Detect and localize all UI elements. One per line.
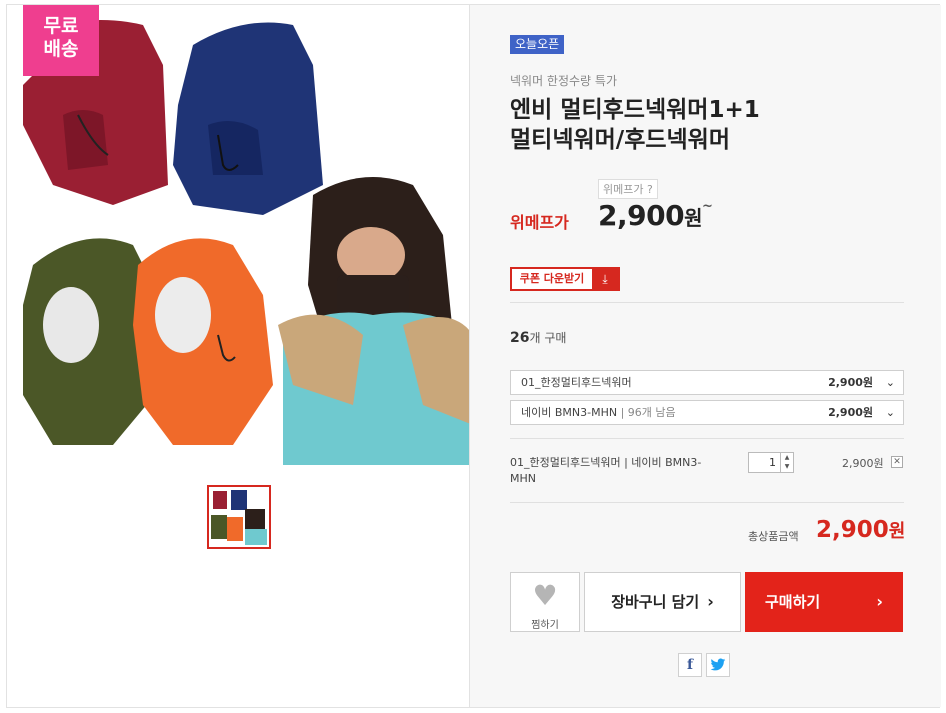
heart-icon: ♥ (532, 579, 558, 612)
option-select-2-price: 2,900원 (828, 406, 873, 419)
divider (510, 438, 904, 439)
option-select-1[interactable]: 01_한정멀티후드넥워머 2,900원 ⌄ (510, 370, 904, 395)
total-label: 총상품금액 (748, 530, 799, 543)
total-price-value: 2,900 (816, 517, 889, 543)
product-title-line2: 멀티넥워머/후드넥워머 (510, 127, 731, 153)
option-select-1-label: 01_한정멀티후드넥워머 (521, 376, 632, 389)
option-select-1-price: 2,900원 (828, 376, 873, 389)
option-select-2-stock: | 96개 남음 (620, 406, 676, 419)
add-to-cart-button[interactable]: 장바구니 담기 › (584, 572, 741, 632)
wish-label: 찜하기 (531, 620, 559, 631)
coupon-label: 쿠폰 다운받기 (519, 272, 585, 285)
buy-label: 구매하기 (765, 593, 821, 611)
option-select-2-label: 네이비 BMN3-MHN (521, 406, 618, 419)
price-label: 위메프가 (510, 213, 569, 232)
divider (510, 502, 904, 503)
chevron-down-icon: ⌄ (885, 376, 895, 389)
purchase-count: 26개 구매 (510, 329, 566, 346)
badge-line2: 배송 (43, 38, 79, 60)
divider (510, 302, 904, 303)
quantity-arrows[interactable]: ▲ ▼ (780, 453, 793, 472)
facebook-share-icon[interactable]: f (678, 653, 702, 677)
chevron-right-icon: › (876, 592, 883, 611)
price-info-tooltip[interactable]: 위메프가 ? (598, 179, 658, 199)
product-info-panel: 오늘오픈 넥워머 한정수량 특가 엔비 멀티후드넥워머1+1 멀티넥워머/후드넥… (469, 5, 941, 707)
quantity-stepper[interactable]: 1 ▲ ▼ (748, 452, 794, 473)
chevron-down-icon: ⌄ (885, 406, 895, 419)
option-select-2[interactable]: 네이비 BMN3-MHN | 96개 남음 2,900원 ⌄ (510, 400, 904, 425)
thumbnail-photo (209, 487, 269, 547)
product-gallery: 무료 배송 (7, 5, 469, 707)
chevron-right-icon: › (707, 592, 714, 611)
price-value: 2,900 (598, 199, 685, 232)
twitter-bird-icon (710, 658, 726, 671)
product-thumbnail[interactable] (207, 485, 271, 549)
wish-button[interactable]: ♥ 찜하기 (510, 572, 580, 632)
product-detail: 무료 배송 오늘오픈 넥워머 한정수량 특가 엔비 멀티후드넥워머1+1 멀티넥… (6, 4, 941, 708)
free-shipping-badge: 무료 배송 (23, 5, 99, 76)
badge-line1: 무료 (43, 15, 79, 37)
price-suffix: ~ (701, 199, 713, 214)
cart-label: 장바구니 담기 (611, 593, 700, 611)
quantity-value[interactable]: 1 (749, 453, 780, 472)
product-title-line1: 엔비 멀티후드넥워머1+1 (510, 97, 760, 123)
product-subtitle: 넥워머 한정수량 특가 (510, 74, 617, 88)
total-price-unit: 원 (888, 521, 906, 542)
twitter-share-icon[interactable] (706, 653, 730, 677)
coupon-download-button[interactable]: 쿠폰 다운받기 ⤓ (510, 267, 620, 291)
download-icon: ⤓ (592, 269, 618, 289)
product-title: 엔비 멀티후드넥워머1+1 멀티넥워머/후드넥워머 (510, 95, 910, 155)
purchase-count-value: 26 (510, 330, 530, 346)
product-price: 2,900원~ (598, 199, 713, 232)
buy-now-button[interactable]: 구매하기 › (745, 572, 903, 632)
total-price: 2,900원 (816, 517, 905, 543)
purchase-count-unit: 개 구매 (529, 331, 567, 345)
close-icon[interactable]: ✕ (891, 456, 903, 468)
price-unit: 원 (684, 206, 702, 230)
selected-option-name: 01_한정멀티후드넥워머 | 네이비 BMN3-MHN (510, 456, 702, 485)
selected-option-price: 2,900원 (842, 457, 884, 470)
today-open-tag: 오늘오픈 (510, 35, 565, 54)
